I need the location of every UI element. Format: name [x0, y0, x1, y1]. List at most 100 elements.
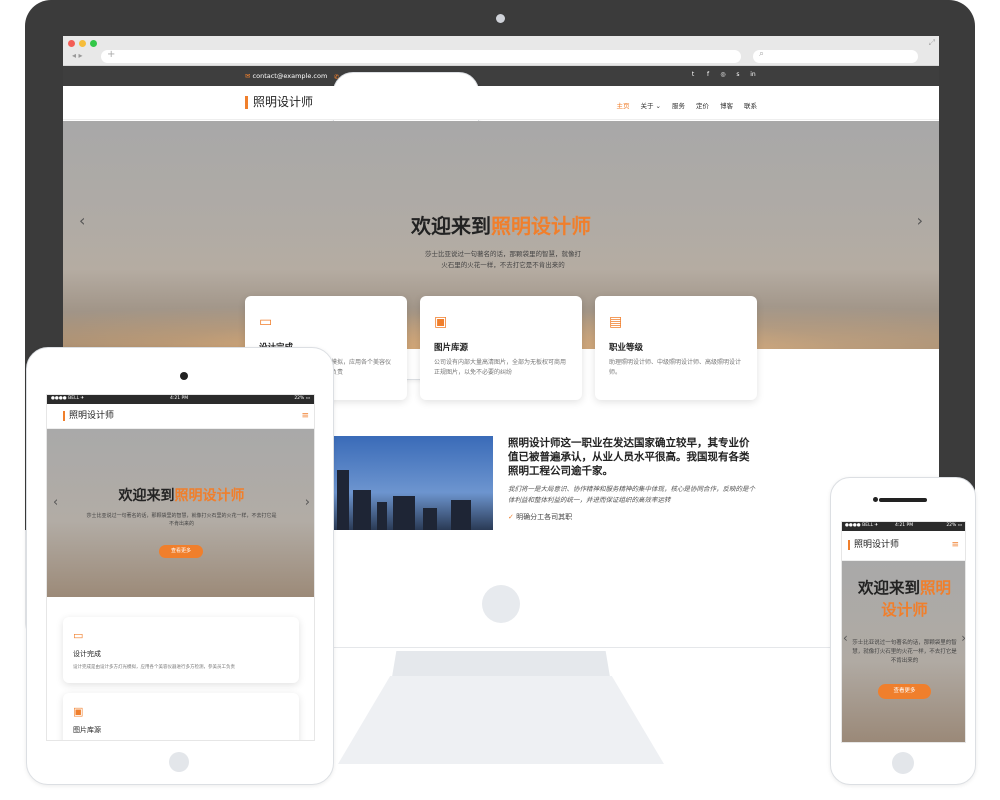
about-bullet-text: 明确分工各司其职: [516, 513, 573, 521]
city-skyline-image: [333, 436, 493, 530]
speaker-grille: [879, 498, 927, 502]
carousel-next-icon[interactable]: ›: [961, 631, 965, 645]
feature-card[interactable]: ▣ 图片库源 公司设有内部大量高清图片，全部为无板权可商用正规图片，以免不必要的…: [420, 296, 582, 400]
nav-about[interactable]: 关于 ⌄: [640, 100, 661, 110]
status-time: 4:21 PM: [895, 523, 914, 528]
maximize-window-icon[interactable]: [90, 40, 97, 47]
back-forward-icon[interactable]: ◂ ▸: [72, 51, 83, 60]
minimize-window-icon[interactable]: [79, 40, 86, 47]
contact-email-text: contact@example.com: [252, 72, 328, 80]
site-logo[interactable]: 照明设计师: [63, 411, 114, 421]
hamburger-menu-icon[interactable]: ≡: [951, 540, 959, 550]
site-logo[interactable]: 照明设计师: [848, 540, 899, 550]
carrier-signal: ●●●● BELL ✈: [51, 396, 85, 401]
hero-title-highlight: 照明: [920, 579, 952, 597]
carousel-prev-icon[interactable]: ‹: [79, 211, 85, 230]
hero-title-prefix: 欢迎来到: [857, 579, 920, 597]
fullscreen-icon[interactable]: ⤢: [929, 38, 935, 48]
hero-title-prefix: 欢迎来到: [118, 488, 175, 504]
about-bullet: ✓ 明确分工各司其职: [508, 512, 572, 522]
hero-subtitle: 莎士比亚说过一句著名的话，那颗袋里的智慧，就像打火石里的火花一样，不去打它是不肯…: [425, 250, 581, 269]
carrier-signal: ●●●● BELL ✈: [845, 523, 879, 528]
home-button[interactable]: [892, 752, 914, 774]
site-logo[interactable]: 照明设计师: [245, 96, 313, 109]
nav-about-label: 关于: [640, 102, 654, 110]
status-bar: ●●●● BELL ✈ 4:21 PM 22% ▭: [842, 522, 965, 531]
carousel-prev-icon[interactable]: ‹: [843, 631, 848, 645]
search-icon: ⌕: [759, 49, 765, 59]
site-header: 照明设计师 主页 关于 ⌄ 服务 定价 博客 联系: [63, 86, 939, 120]
phone-icon: ✆: [334, 73, 340, 81]
image-icon: ▣: [434, 314, 448, 330]
nav-services[interactable]: 服务: [672, 100, 685, 110]
battery-status: 22% ▭: [946, 523, 962, 528]
linkedin-icon[interactable]: in: [749, 71, 757, 79]
camera-icon: [873, 497, 878, 502]
calendar-icon: ▤: [609, 314, 623, 330]
hero-banner: 欢迎来到照明 设计师 莎士比亚说过一句著名的话，那颗袋里的智慧，就像打火石里的火…: [842, 561, 965, 742]
feature-card-desc: 设计完成是由设计多方灯光模拟，应用各个美容仪器进行多方检测，参美员工负责: [73, 665, 235, 670]
nav-pricing[interactable]: 定价: [696, 100, 709, 110]
image-icon: ▣: [73, 705, 84, 718]
twitter-icon[interactable]: t: [689, 71, 697, 79]
feature-card-desc: 助理照明设计师、中级照明设计师、高级照明设计师。: [609, 359, 742, 376]
phone-frame: ●●●● BELL ✈ 4:21 PM 22% ▭ 照明设计师 ≡ 欢迎来到照明…: [830, 477, 976, 785]
monitor-icon: ▭: [259, 314, 273, 330]
monitor-stand-neck: [392, 651, 610, 677]
contact-topbar: ✉ contact@example.com ✆ +1 5589 55488 55…: [63, 66, 939, 380]
carousel-next-icon[interactable]: ›: [917, 211, 923, 230]
view-more-button[interactable]: 查看更多: [159, 545, 203, 558]
monitor-logo-icon: [482, 585, 520, 623]
feature-card-title: 图片库源: [73, 726, 101, 734]
status-bar: ●●●● BELL ✈ 4:21 PM 22% ▭: [47, 395, 314, 404]
hero-banner: 欢迎来到照明设计师 莎士比亚说过一句著名的话，那颗袋里的智慧，就像打火石里的火花…: [47, 429, 314, 597]
main-nav: 主页 关于 ⌄ 服务 定价 博客 联系: [616, 100, 757, 110]
facebook-icon[interactable]: f: [704, 71, 712, 79]
hero-title-prefix: 欢迎来到: [411, 214, 491, 238]
carousel-prev-icon[interactable]: ‹: [53, 495, 58, 510]
feature-card-desc: 公司设有内部大量高清图片，全部为无板权可商用正规图片，以免不必要的纠纷: [434, 359, 567, 376]
feature-card-title: 图片库源: [434, 343, 469, 353]
address-bar[interactable]: +: [101, 49, 741, 63]
about-title: 照明设计师这一职业在发达国家确立较早，其专业价值已被普遍承认，从业人员水平很高。…: [508, 437, 750, 477]
hero-title: 欢迎来到照明设计师: [47, 485, 314, 505]
feature-card[interactable]: ▣ 图片库源: [63, 693, 299, 740]
monitor-icon: ▭: [73, 629, 84, 642]
chevron-down-icon: ⌄: [655, 102, 661, 110]
camera-icon: [180, 372, 188, 380]
hero-title: 欢迎来到照明设计师: [63, 210, 939, 239]
tablet-frame: ●●●● BELL ✈ 4:21 PM 22% ▭ 照明设计师 ≡ 欢迎来到照明…: [26, 347, 334, 785]
hero-title-highlight-line2: 设计师: [881, 601, 928, 619]
browser-search-bar[interactable]: ⌕: [753, 49, 918, 63]
hero-title-highlight: 照明设计师: [174, 488, 245, 504]
hero-subtitle: 莎士比亚说过一句著名的话，那颗袋里的智慧，就像打火石里的火花一样，不去打它是不肯…: [852, 640, 957, 664]
instagram-icon[interactable]: ◎: [719, 71, 727, 79]
tablet-screen: ●●●● BELL ✈ 4:21 PM 22% ▭ 照明设计师 ≡ 欢迎来到照明…: [46, 394, 315, 741]
about-text: 我们将一是大局意识、协作精神和服务精神的集中体现，核心是协同合作，反映的是个体利…: [508, 485, 755, 504]
feature-card-title: 职业等级: [609, 343, 644, 353]
hero-subtitle: 莎士比亚说过一句著名的话，那颗袋里的智慧，就像打火石里的火花一样，不去打它是不肯…: [86, 513, 277, 527]
feature-card[interactable]: ▭ 设计完成 设计完成是由设计多方灯光模拟，应用各个美容仪器进行多方检测，参美员…: [63, 617, 299, 683]
nav-blog[interactable]: 博客: [720, 100, 733, 110]
contact-email[interactable]: ✉ contact@example.com: [245, 72, 327, 80]
view-more-button[interactable]: 查看更多: [878, 684, 931, 699]
site-header: 照明设计师 ≡: [47, 404, 314, 429]
device-mockup-stage: ◂ ▸ + ⌕ ⤢ ✉ contact@example.com ✆ +1 558…: [0, 0, 1000, 800]
nav-home[interactable]: 主页: [616, 100, 629, 110]
add-tab-icon[interactable]: +: [107, 49, 115, 60]
nav-contact[interactable]: 联系: [744, 100, 757, 110]
contact-phone-text: +1 5589 55488 55: [341, 73, 403, 81]
feature-card[interactable]: ▤ 职业等级 助理照明设计师、中级照明设计师、高级照明设计师。: [595, 296, 757, 400]
camera-icon: [496, 14, 505, 23]
mail-icon: ✉: [245, 72, 251, 80]
skype-icon[interactable]: s: [734, 71, 742, 79]
hamburger-menu-icon[interactable]: ≡: [301, 411, 309, 421]
carousel-next-icon[interactable]: ›: [305, 495, 310, 510]
browser-chrome: ◂ ▸ + ⌕ ⤢: [63, 36, 939, 66]
battery-status: 22% ▭: [294, 396, 310, 401]
close-window-icon[interactable]: [68, 40, 75, 47]
monitor-stand-foot: [338, 676, 664, 764]
home-button[interactable]: [169, 752, 189, 772]
feature-card-title: 设计完成: [73, 650, 101, 658]
status-time: 4:21 PM: [170, 396, 189, 401]
